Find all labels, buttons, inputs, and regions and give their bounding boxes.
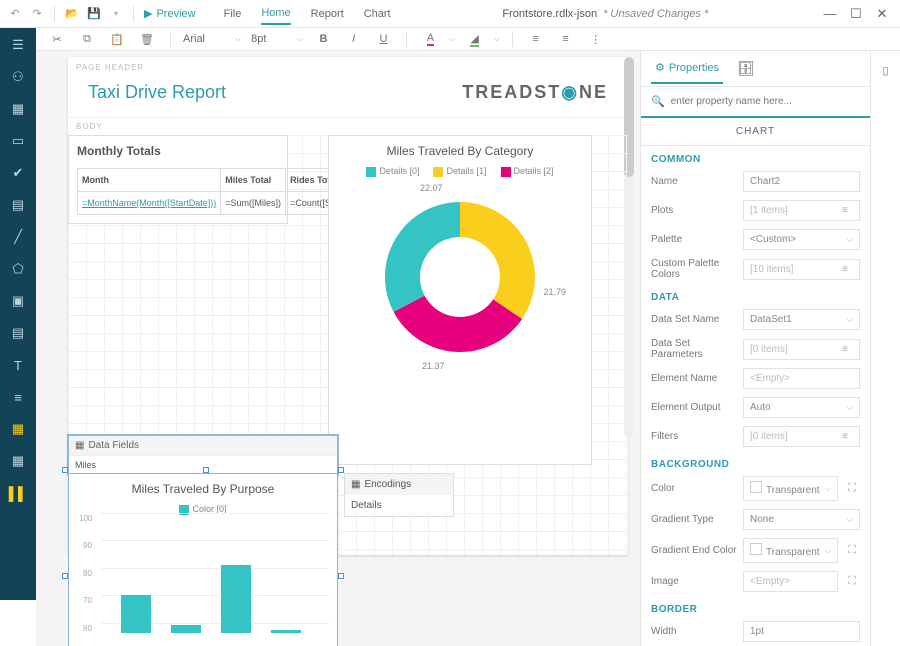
- list-icon[interactable]: ≡: [9, 388, 27, 406]
- matrix-icon[interactable]: ▤: [9, 196, 27, 214]
- cut-icon[interactable]: ✂: [46, 28, 68, 50]
- prop-plots[interactable]: [1 items]≡: [743, 200, 860, 221]
- table-icon[interactable]: ▦: [9, 420, 27, 438]
- gear-icon: ⚙: [655, 61, 665, 74]
- preview-button[interactable]: ▶ Preview: [144, 3, 196, 24]
- panel-icon[interactable]: ▭: [9, 132, 27, 150]
- font-select[interactable]: Arial⌵: [183, 33, 241, 45]
- prop-bgcolor[interactable]: Transparent⌵: [743, 476, 838, 501]
- more-icon[interactable]: ⋮: [585, 28, 607, 50]
- copy-icon[interactable]: ⧉: [76, 28, 98, 50]
- donut-chart: 22.07 21.79 21.37: [370, 187, 550, 367]
- fontsize-select[interactable]: 8pt⌵: [251, 33, 302, 45]
- datafields-icon: ▦: [75, 440, 84, 451]
- menubar: File Home Report Chart: [224, 3, 391, 25]
- prop-element-output[interactable]: Auto⌵: [743, 397, 860, 418]
- tree-icon[interactable]: ⚇: [9, 68, 27, 86]
- panel-title: CHART: [641, 116, 870, 146]
- prop-border-width[interactable]: 1pt: [743, 621, 860, 642]
- tab-data[interactable]: 🗄: [733, 52, 759, 85]
- pivot-icon[interactable]: ▦: [9, 452, 27, 470]
- property-search[interactable]: 🔍: [641, 87, 870, 116]
- database-icon: 🗄: [737, 60, 755, 77]
- monthly-totals-title: Monthly Totals: [77, 144, 279, 158]
- prop-gradend[interactable]: Transparent⌵: [743, 538, 838, 563]
- bar-chart: 100 90 80 70 60: [101, 523, 329, 633]
- prop-gradtype[interactable]: None⌵: [743, 509, 860, 530]
- dropdown-icon[interactable]: ▾: [109, 7, 123, 21]
- section-data: DATA: [641, 284, 870, 305]
- data-fields-widget[interactable]: ▦Data Fields Miles: [68, 435, 338, 475]
- prop-dataset-params[interactable]: [0 items]≡: [743, 339, 860, 360]
- expand-icon[interactable]: ⛶: [844, 544, 860, 557]
- close-icon[interactable]: ✕: [872, 4, 892, 24]
- paste-icon[interactable]: 📋: [106, 28, 128, 50]
- format-toolbar: ✂ ⧉ 📋 🗑 Arial⌵ 8pt⌵ B I U A⌵ ◢⌵ ≡ ≡: [36, 28, 900, 51]
- shape-icon[interactable]: ⬠: [9, 260, 27, 278]
- hamburger-icon[interactable]: ☰: [9, 36, 27, 54]
- menu-home[interactable]: Home: [261, 3, 290, 25]
- report-title[interactable]: Taxi Drive Report: [88, 82, 226, 103]
- prop-palette[interactable]: <Custom>⌵: [743, 229, 860, 250]
- align-center-icon[interactable]: ≡: [555, 28, 577, 50]
- text-icon[interactable]: T: [9, 356, 27, 374]
- prop-dataset-name[interactable]: DataSet1⌵: [743, 309, 860, 330]
- barchart-icon[interactable]: ▌▌: [9, 484, 27, 502]
- align-left-icon[interactable]: ≡: [525, 28, 547, 50]
- menu-report[interactable]: Report: [311, 4, 344, 24]
- right-rail: ▯: [870, 51, 900, 646]
- brand-logo: TREADST◉NE: [462, 82, 608, 103]
- open-icon[interactable]: 📂: [65, 7, 79, 21]
- document-icon[interactable]: ▤: [9, 324, 27, 342]
- prop-image[interactable]: <Empty>: [743, 571, 838, 592]
- maximize-icon[interactable]: ☐: [846, 4, 866, 24]
- section-background: BACKGROUND: [641, 451, 870, 472]
- properties-panel: ⚙Properties 🗄 🔍 CHART COMMON NameChart2 …: [640, 51, 870, 646]
- titlebar: ↶ ↷ 📂 💾 ▾ ▶ Preview File Home Report Cha…: [0, 0, 900, 28]
- minimize-icon[interactable]: —: [820, 4, 840, 24]
- line-icon[interactable]: ╱: [9, 228, 27, 246]
- tab-properties[interactable]: ⚙Properties: [651, 53, 723, 84]
- barchart-widget[interactable]: Miles Traveled By Purpose Color [0] 100 …: [68, 473, 338, 646]
- underline-icon[interactable]: U: [372, 28, 394, 50]
- left-rail: ☰ ⚇ ▦ ▭ ✔ ▤ ╱ ⬠ ▣ ▤ T ≡ ▦ ▦ ▌▌: [0, 28, 36, 600]
- design-canvas[interactable]: PAGE HEADER Taxi Drive Report TREADST◉NE…: [36, 51, 640, 646]
- barchart-title: Miles Traveled By Purpose: [77, 482, 329, 496]
- prop-custom-colors[interactable]: [10 items]≡: [743, 259, 860, 280]
- undo-icon[interactable]: ↶: [8, 7, 22, 21]
- page-header-label: PAGE HEADER: [68, 57, 628, 78]
- collapse-panel-icon[interactable]: ▯: [875, 59, 897, 81]
- doc-title: Frontstore.rdlx-json* Unsaved Changes *: [391, 8, 820, 20]
- delete-icon[interactable]: 🗑: [136, 28, 158, 50]
- encodings-widget[interactable]: ▦Encodings Details: [344, 473, 454, 517]
- prop-name[interactable]: Chart2: [743, 171, 860, 192]
- expand-icon[interactable]: ⛶: [844, 482, 860, 495]
- container-icon[interactable]: ▣: [9, 292, 27, 310]
- fillcolor-icon[interactable]: ◢: [464, 28, 486, 50]
- grid-icon[interactable]: ▦: [9, 100, 27, 118]
- expand-icon[interactable]: ⛶: [844, 575, 860, 588]
- search-input[interactable]: [671, 96, 860, 107]
- prop-element-name[interactable]: <Empty>: [743, 368, 860, 389]
- bold-icon[interactable]: B: [312, 28, 334, 50]
- italic-icon[interactable]: I: [342, 28, 364, 50]
- check-icon[interactable]: ✔: [9, 164, 27, 182]
- section-common: COMMON: [641, 146, 870, 167]
- prop-filters[interactable]: [0 items]≡: [743, 426, 860, 447]
- menu-chart[interactable]: Chart: [364, 4, 391, 24]
- save-icon[interactable]: 💾: [87, 7, 101, 21]
- monthly-totals-widget[interactable]: Monthly Totals MonthMiles TotalRides Tot…: [68, 135, 288, 224]
- menu-file[interactable]: File: [224, 4, 242, 24]
- redo-icon[interactable]: ↷: [30, 7, 44, 21]
- fontcolor-icon[interactable]: A: [419, 28, 441, 50]
- donut-widget[interactable]: Miles Traveled By Category Details [0] D…: [328, 135, 592, 465]
- body-label: BODY: [68, 117, 628, 135]
- donut-title: Miles Traveled By Category: [337, 144, 583, 158]
- encodings-icon: ▦: [351, 479, 360, 490]
- search-icon: 🔍: [651, 95, 665, 108]
- donut-legend: Details [0] Details [1] Details [2]: [337, 166, 583, 177]
- section-border: BORDER: [641, 596, 870, 617]
